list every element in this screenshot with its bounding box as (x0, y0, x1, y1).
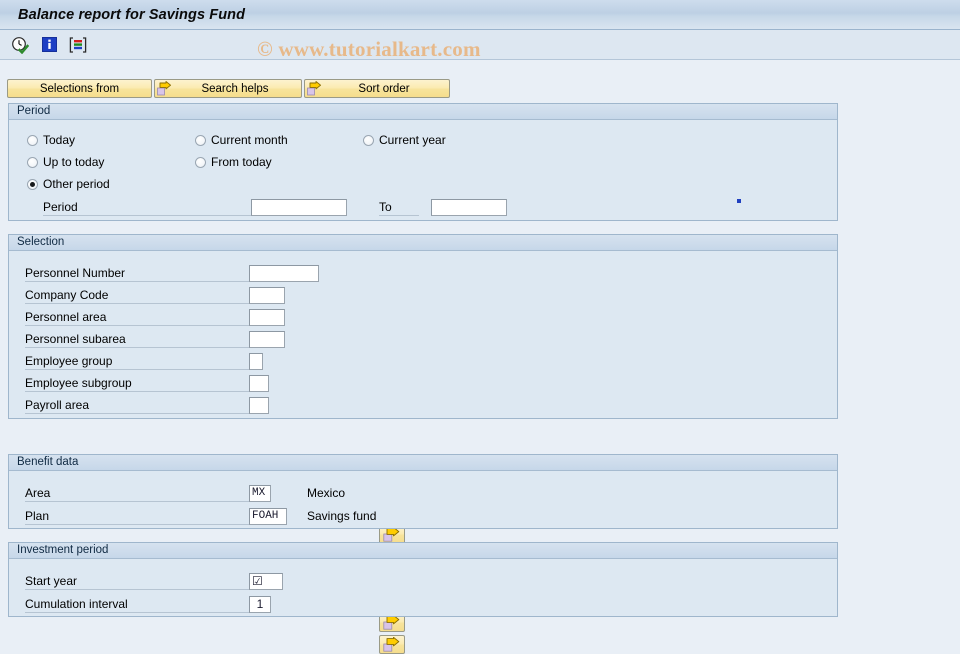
radio-up-to-today-label: Up to today (43, 155, 105, 169)
period-to-label: To (379, 199, 419, 216)
multi-select-arrow-icon[interactable] (379, 635, 405, 654)
personnel-subarea-row: Personnel subarea (25, 330, 285, 348)
personnel-area-label: Personnel area (25, 309, 249, 326)
cumulation-interval-row: Cumulation interval (25, 595, 271, 613)
radio-today-label: Today (43, 133, 76, 147)
payroll-area-label: Payroll area (25, 397, 249, 414)
employee-subgroup-input[interactable] (249, 374, 269, 392)
radio-indicator (27, 156, 38, 168)
radio-indicator (195, 156, 206, 168)
layout-columns-icon[interactable] (68, 35, 88, 55)
radio-current-year-label: Current year (379, 133, 446, 147)
personnel-area-row: Personnel area (25, 308, 285, 326)
window-title-bar: Balance report for Savings Fund (0, 0, 960, 30)
search-helps-label: Search helps (201, 82, 269, 95)
radio-other-period-label: Other period (43, 177, 110, 191)
radio-indicator (195, 134, 206, 146)
info-icon[interactable] (39, 35, 59, 55)
start-year-input[interactable] (249, 572, 283, 590)
personnel-area-input[interactable] (249, 308, 285, 326)
benefit-plan-label: Plan (25, 508, 249, 525)
period-to-row: To (379, 198, 507, 216)
company-code-input[interactable] (249, 286, 285, 304)
personnel-number-row: Personnel Number (25, 264, 319, 282)
employee-subgroup-row: Employee subgroup (25, 374, 269, 392)
start-year-label: Start year (25, 573, 249, 590)
benefit-area-row: Area Mexico (25, 484, 345, 502)
employee-group-label: Employee group (25, 353, 249, 370)
yellow-arrow-icon (157, 81, 173, 96)
cumulation-interval-label: Cumulation interval (25, 596, 249, 613)
radio-indicator (27, 134, 38, 146)
benefit-plan-text: Savings fund (307, 509, 377, 523)
selection-panel-title: Selection (9, 235, 837, 251)
decorative-dot (737, 199, 741, 203)
payroll-area-row: Payroll area (25, 396, 269, 414)
selections-from-label: Selections from (39, 82, 120, 95)
yellow-arrow-icon (307, 81, 323, 96)
selections-from-button[interactable]: Selections from (7, 79, 152, 98)
selection-button-row: Selections from Search helps Sort order (7, 79, 450, 98)
period-panel-title: Period (9, 104, 837, 120)
sort-order-label: Sort order (358, 82, 410, 95)
investment-period-panel: Investment period Start year Cumulation … (8, 542, 838, 617)
benefit-area-label: Area (25, 485, 249, 502)
start-year-row: Start year (25, 572, 283, 590)
personnel-subarea-label: Personnel subarea (25, 331, 249, 348)
period-from-input[interactable] (251, 198, 347, 216)
cumulation-interval-input[interactable] (249, 595, 271, 613)
period-to-input[interactable] (431, 198, 507, 216)
benefit-area-text: Mexico (307, 486, 346, 500)
radio-up-to-today[interactable]: Up to today (27, 155, 104, 169)
execute-clock-check-icon[interactable] (10, 35, 30, 55)
radio-current-year[interactable]: Current year (363, 133, 446, 147)
radio-current-month-label: Current month (211, 133, 288, 147)
employee-group-row: Employee group (25, 352, 263, 370)
employee-group-input[interactable] (249, 352, 263, 370)
radio-indicator (27, 178, 38, 190)
search-helps-button[interactable]: Search helps (154, 79, 302, 98)
investment-period-panel-title: Investment period (9, 543, 837, 559)
period-from-label: Period (43, 199, 251, 216)
benefit-data-panel: Benefit data Area Mexico Plan Savings fu… (8, 454, 838, 529)
selection-panel: Selection Personnel Number Company Code … (8, 234, 838, 654)
period-panel: Period Today Current month Current year … (8, 103, 838, 221)
personnel-number-input[interactable] (249, 264, 319, 282)
personnel-subarea-input[interactable] (249, 330, 285, 348)
benefit-area-input[interactable] (249, 484, 271, 502)
toolbar (0, 30, 960, 60)
benefit-plan-row: Plan Savings fund (25, 507, 376, 525)
radio-from-today-label: From today (211, 155, 272, 169)
employee-subgroup-label: Employee subgroup (25, 375, 249, 392)
radio-other-period[interactable]: Other period (27, 177, 110, 191)
page-title: Balance report for Savings Fund (18, 6, 246, 23)
benefit-data-panel-title: Benefit data (9, 455, 837, 471)
payroll-area-input[interactable] (249, 396, 269, 414)
company-code-row: Company Code (25, 286, 285, 304)
period-from-row: Period (43, 198, 347, 216)
personnel-number-label: Personnel Number (25, 265, 249, 282)
radio-indicator (363, 134, 374, 146)
benefit-plan-input[interactable] (249, 507, 287, 525)
sort-order-button[interactable]: Sort order (304, 79, 450, 98)
radio-current-month[interactable]: Current month (195, 133, 288, 147)
radio-today[interactable]: Today (27, 133, 75, 147)
radio-from-today[interactable]: From today (195, 155, 272, 169)
company-code-label: Company Code (25, 287, 249, 304)
